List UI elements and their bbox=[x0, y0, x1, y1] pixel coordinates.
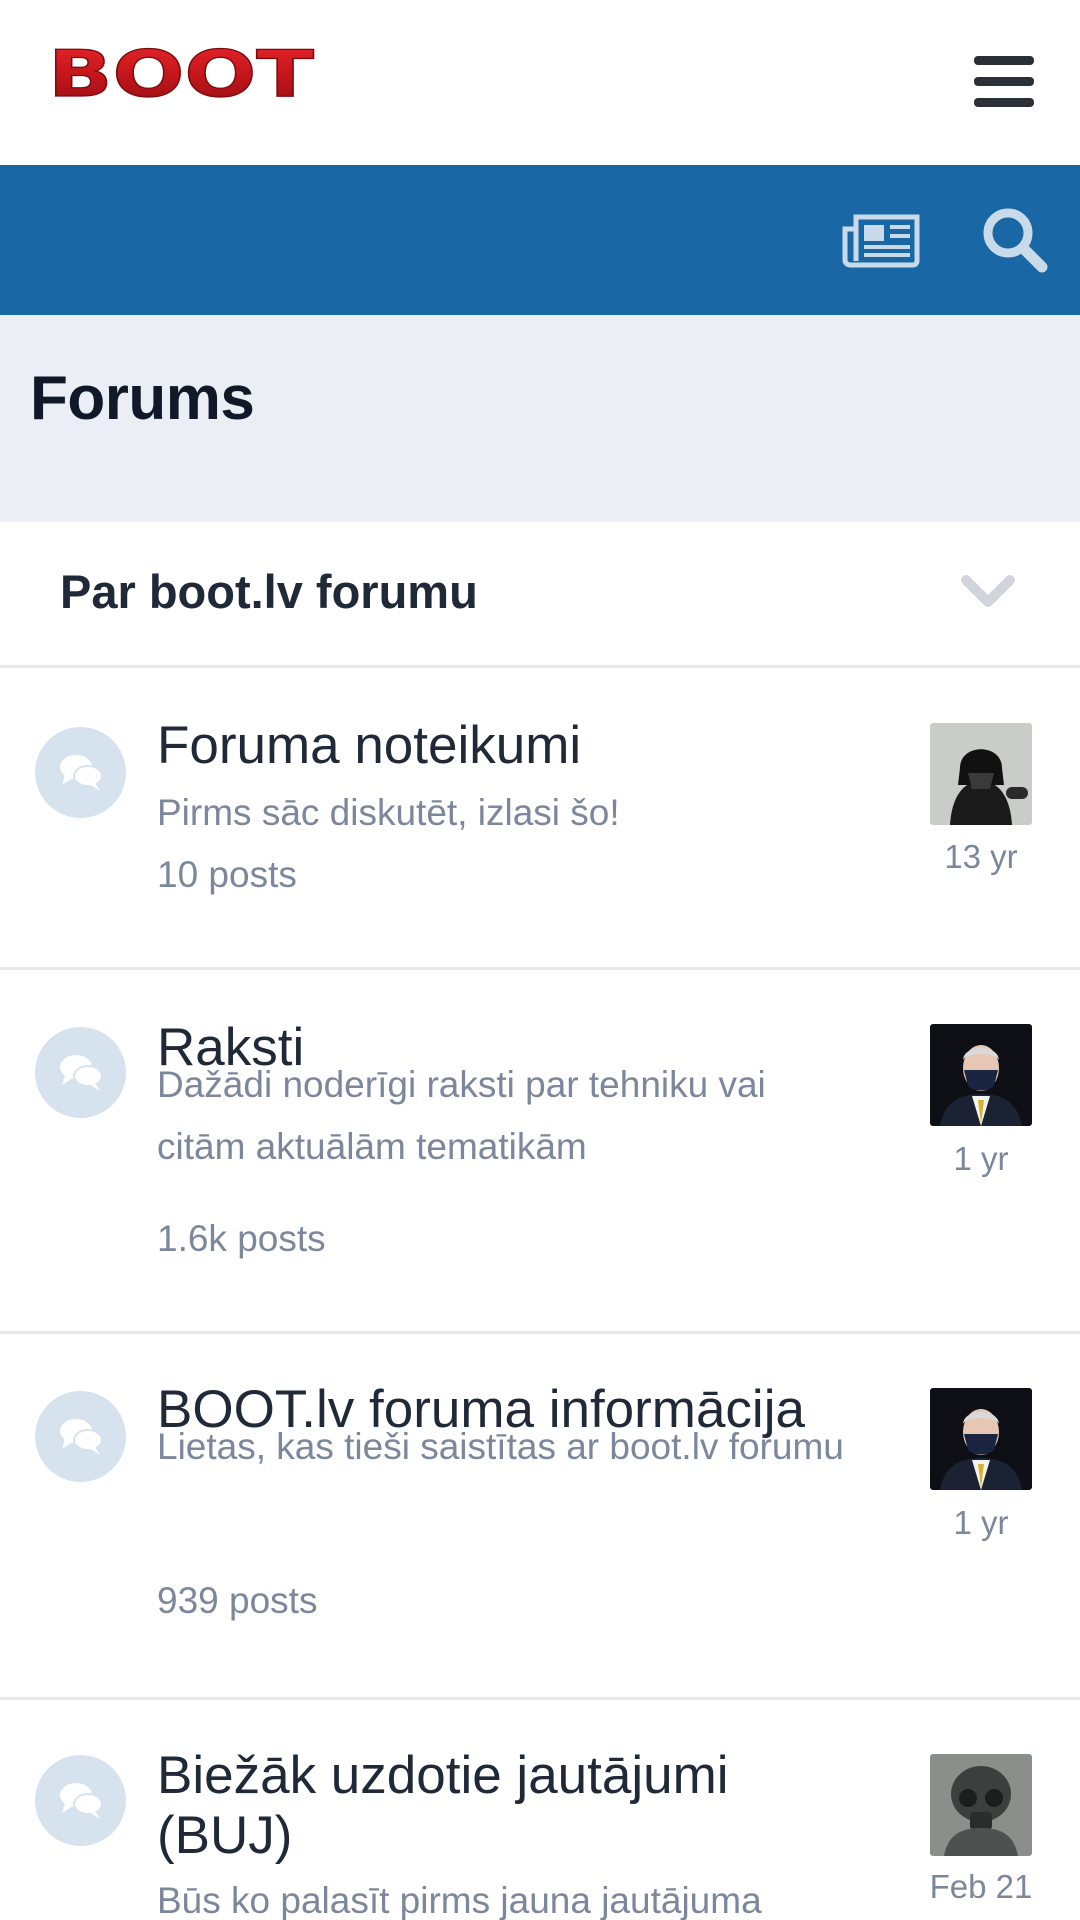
last-post-time: Feb 21 bbox=[929, 1868, 1033, 1905]
forum-post-count: 939 posts bbox=[157, 1580, 318, 1621]
search-icon[interactable] bbox=[980, 205, 1048, 273]
last-poster-avatar[interactable] bbox=[930, 1024, 1032, 1126]
chevron-down-icon[interactable] bbox=[960, 572, 1016, 612]
forum-chat-icon bbox=[35, 1391, 126, 1482]
last-poster-avatar[interactable] bbox=[930, 1388, 1032, 1490]
last-poster-avatar[interactable] bbox=[930, 723, 1032, 825]
last-post-time: 13 yr bbox=[944, 838, 1018, 875]
forum-description: Dažādi noderīgi raksti par tehniku vai c… bbox=[157, 1064, 766, 1167]
forum-description: Būs ko palasīt pirms jauna jautājuma bbox=[157, 1880, 762, 1920]
forum-row[interactable]: Raksti Dažādi noderīgi raksti par tehnik… bbox=[0, 970, 1080, 1334]
page-title: Forums bbox=[30, 364, 255, 433]
forum-title[interactable]: Biežāk uzdotie jautājumi (BUJ) bbox=[157, 1746, 857, 1866]
nav-bar bbox=[0, 165, 1080, 315]
forum-row[interactable]: Foruma noteikumi Pirms sāc diskutēt, izl… bbox=[0, 668, 1080, 970]
forum-title[interactable]: Foruma noteikumi bbox=[157, 716, 581, 776]
top-bar: BOOT bbox=[0, 0, 1080, 165]
last-post-time: 1 yr bbox=[953, 1504, 1009, 1541]
forum-description: Pirms sāc diskutēt, izlasi šo! bbox=[157, 792, 620, 833]
svg-text:BOOT: BOOT bbox=[48, 44, 314, 102]
last-post-time: 1 yr bbox=[953, 1140, 1009, 1177]
forum-chat-icon bbox=[35, 727, 126, 818]
forum-post-count: 1.6k posts bbox=[157, 1218, 326, 1259]
forum-chat-icon bbox=[35, 1755, 126, 1846]
forum-description: Lietas, kas tieši saistītas ar boot.lv f… bbox=[157, 1426, 844, 1467]
forum-chat-icon bbox=[35, 1027, 126, 1118]
page-header: Forums bbox=[0, 315, 1080, 522]
hamburger-menu-icon[interactable] bbox=[972, 54, 1036, 110]
newspaper-icon[interactable] bbox=[842, 211, 922, 269]
last-poster-avatar[interactable] bbox=[930, 1754, 1032, 1856]
category-header[interactable]: Par boot.lv forumu bbox=[0, 522, 1080, 668]
boot-logo[interactable]: BOOT bbox=[46, 44, 316, 102]
category-title[interactable]: Par boot.lv forumu bbox=[60, 564, 478, 619]
forum-row[interactable]: BOOT.lv foruma informācija Lietas, kas t… bbox=[0, 1334, 1080, 1700]
forum-post-count: 10 posts bbox=[157, 854, 297, 895]
forum-row[interactable]: Biežāk uzdotie jautājumi (BUJ) Būs ko pa… bbox=[0, 1700, 1080, 1920]
